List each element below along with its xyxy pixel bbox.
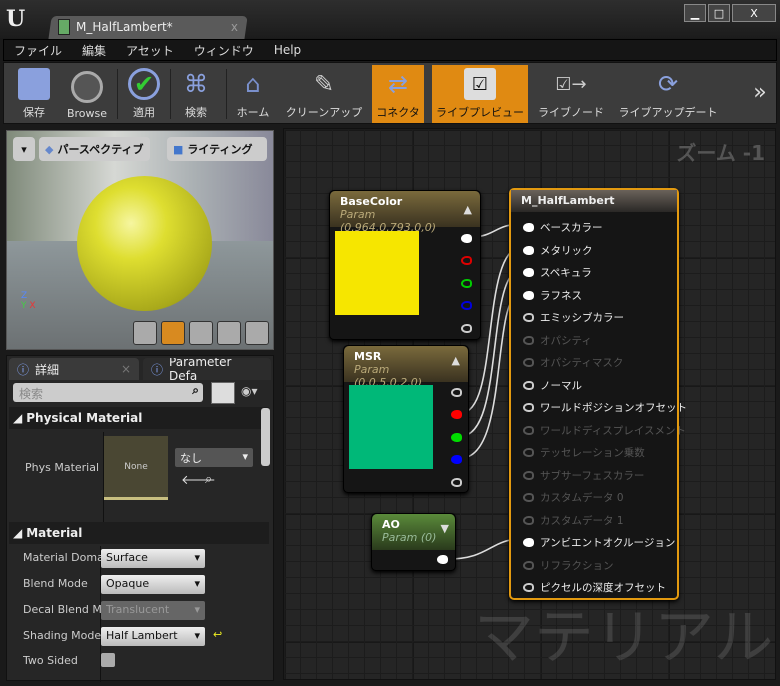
input-pin-row[interactable]: スペキュラ bbox=[523, 265, 592, 280]
pin[interactable] bbox=[523, 268, 534, 277]
pin-a[interactable] bbox=[461, 324, 472, 333]
pin-out[interactable] bbox=[437, 555, 448, 564]
pin-label: アンビエントオクルージョン bbox=[540, 537, 676, 549]
pin-r[interactable] bbox=[451, 410, 462, 419]
pin-label: テッセレーション乗数 bbox=[540, 447, 645, 459]
input-pin-row[interactable]: カスタムデータ 1 bbox=[523, 513, 624, 528]
pin-g[interactable] bbox=[451, 433, 462, 442]
node-title: BaseColor bbox=[340, 195, 403, 208]
pin-label: ワールドポジションオフセット bbox=[540, 402, 687, 414]
pin[interactable] bbox=[523, 538, 534, 547]
collapse-icon[interactable]: ▲ bbox=[452, 354, 460, 367]
input-pin-row[interactable]: テッセレーション乗数 bbox=[523, 445, 645, 460]
collapse-icon[interactable]: ▲ bbox=[464, 203, 472, 216]
color-swatch bbox=[335, 231, 419, 315]
pin-label: カスタムデータ 1 bbox=[540, 514, 624, 527]
pin[interactable] bbox=[523, 335, 534, 345]
pin-label: ベースカラー bbox=[540, 222, 603, 234]
result-node[interactable]: M_HalfLambert ベースカラー メタリックスペキュララフネスエミッシブカ… bbox=[509, 188, 687, 600]
input-pin-row[interactable]: オパシティマスク bbox=[523, 355, 623, 370]
expand-icon[interactable]: ▼ bbox=[441, 522, 449, 535]
input-pin-row[interactable]: ベースカラー bbox=[523, 220, 602, 235]
pin[interactable] bbox=[523, 470, 534, 480]
pin-label: エミッシブカラー bbox=[540, 312, 624, 324]
pin-r[interactable] bbox=[461, 256, 472, 265]
input-pin-row[interactable]: ワールドポジションオフセット bbox=[523, 400, 687, 415]
color-swatch bbox=[349, 385, 433, 469]
basecolor-node[interactable]: BaseColor Param (0.964,0.793,0,0) ▲ bbox=[329, 190, 481, 340]
pin[interactable] bbox=[523, 425, 534, 435]
pin[interactable] bbox=[523, 515, 534, 525]
pin[interactable] bbox=[523, 358, 534, 367]
input-pin-row[interactable]: ラフネス bbox=[523, 288, 582, 303]
pin-label: ピクセルの深度オフセット bbox=[540, 582, 666, 594]
input-pin-row[interactable]: ピクセルの深度オフセット bbox=[523, 580, 666, 595]
pin[interactable] bbox=[523, 290, 534, 300]
input-pin-row[interactable]: オパシティ bbox=[523, 333, 592, 348]
pin-label: ラフネス bbox=[540, 289, 582, 302]
node-subtitle: Param (0) bbox=[382, 531, 437, 544]
pin-label: オパシティ bbox=[540, 334, 592, 347]
pin-label: ノーマル bbox=[540, 379, 582, 392]
pin[interactable] bbox=[523, 380, 534, 390]
pin-label: リフラクション bbox=[540, 559, 614, 572]
pin-label: サブサーフェスカラー bbox=[540, 469, 645, 482]
pin[interactable] bbox=[523, 583, 534, 592]
pin[interactable] bbox=[523, 560, 534, 570]
pin-label: メタリック bbox=[540, 244, 593, 257]
input-pin-row[interactable]: アンビエントオクルージョン bbox=[523, 535, 675, 550]
pin[interactable] bbox=[523, 313, 534, 322]
input-pin-row[interactable]: サブサーフェスカラー bbox=[523, 468, 644, 483]
input-pin-row[interactable]: カスタムデータ 0 bbox=[523, 490, 624, 505]
node-title: AO bbox=[382, 518, 400, 531]
ao-node[interactable]: AO Param (0) ▼ bbox=[371, 513, 456, 571]
pin-b[interactable] bbox=[461, 301, 472, 310]
pin[interactable] bbox=[523, 403, 534, 412]
input-pin-row[interactable]: エミッシブカラー bbox=[523, 310, 624, 325]
input-pin-row[interactable]: ノーマル bbox=[523, 378, 582, 393]
pin[interactable] bbox=[523, 493, 534, 502]
pin-label: オパシティマスク bbox=[540, 357, 624, 369]
input-pin-row[interactable]: ワールドディスプレイスメント bbox=[523, 423, 686, 438]
pin[interactable] bbox=[523, 245, 534, 255]
node-title: M_HalfLambert bbox=[511, 190, 677, 212]
input-pin-row[interactable]: メタリック bbox=[523, 243, 593, 258]
input-pin-row[interactable]: リフラクション bbox=[523, 558, 614, 573]
pin-rgb[interactable] bbox=[461, 234, 472, 243]
pin[interactable] bbox=[523, 223, 534, 232]
pin-a[interactable] bbox=[451, 478, 462, 487]
pin-rgb[interactable] bbox=[451, 388, 462, 397]
pin-b[interactable] bbox=[451, 455, 462, 464]
node-title: MSR bbox=[354, 350, 382, 363]
pin-g[interactable] bbox=[461, 279, 472, 288]
pin-label: ワールドディスプレイスメント bbox=[540, 424, 686, 437]
pin-label: スペキュラ bbox=[540, 267, 592, 279]
msr-node[interactable]: MSR Param (0,0.5,0.2,0) ▲ bbox=[343, 345, 469, 493]
pin[interactable] bbox=[523, 448, 534, 457]
pin-label: カスタムデータ 0 bbox=[540, 492, 624, 504]
